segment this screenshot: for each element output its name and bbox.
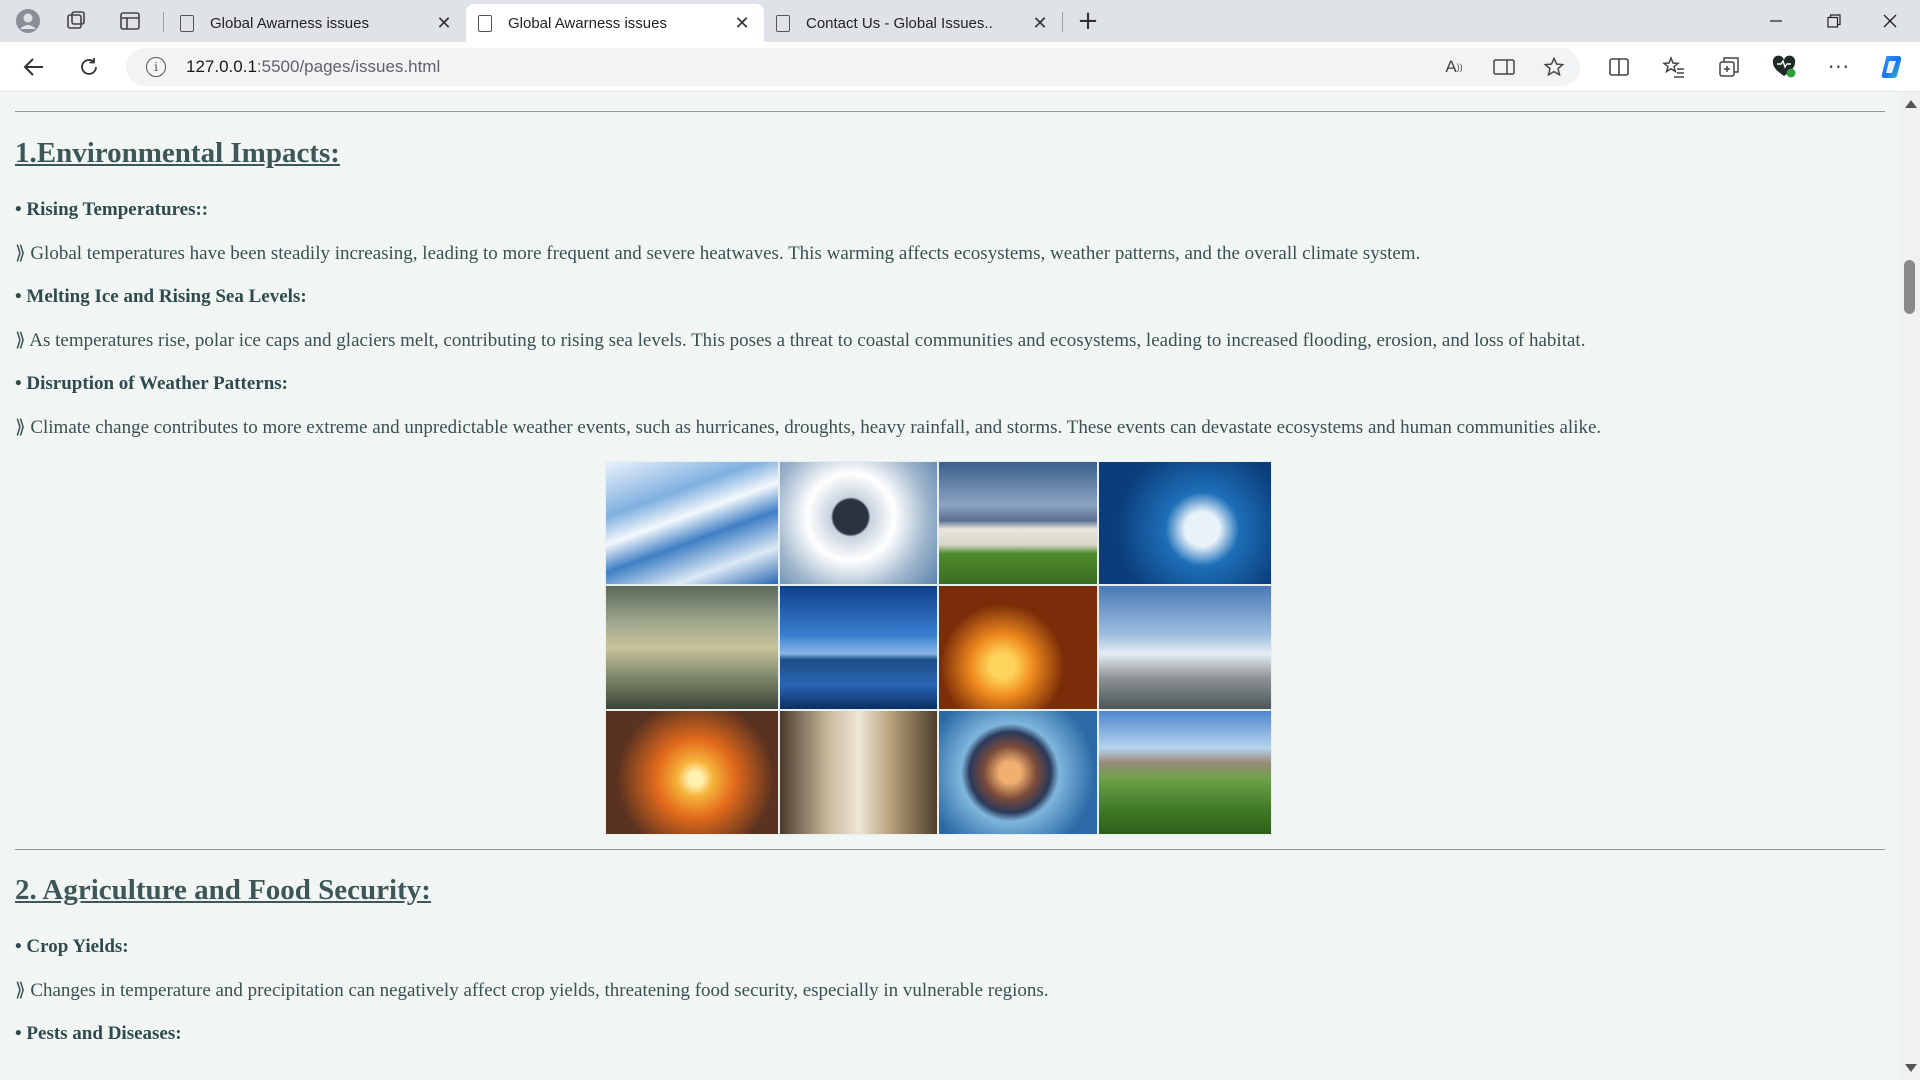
tab-1[interactable]: Global Awarness issues ✕ (466, 4, 764, 42)
underwater-ice-image (1098, 461, 1272, 585)
tab-actions-icon[interactable] (116, 7, 144, 35)
scroll-up-arrow[interactable] (1905, 100, 1917, 108)
read-aloud-icon[interactable]: A)) (1436, 50, 1472, 84)
section-heading-agriculture: 2. Agriculture and Food Security: (15, 874, 431, 906)
paragraph-rising-temperatures: ⟫ Global temperatures have been steadily… (15, 243, 1421, 264)
subheading-rising-temperatures: • Rising Temperatures:: (15, 199, 209, 220)
workspaces-icon[interactable] (62, 7, 90, 35)
more-options-icon[interactable]: ··· (1821, 50, 1857, 84)
image-gallery (605, 461, 1272, 835)
polar-bear-image (938, 461, 1098, 585)
tab-title: Global Awarness issues (210, 14, 369, 32)
scroll-down-arrow[interactable] (1905, 1064, 1917, 1072)
favorites-icon[interactable] (1656, 50, 1692, 84)
favorite-star-icon[interactable] (1536, 50, 1572, 84)
scrollbar-thumb[interactable] (1904, 260, 1915, 314)
close-icon[interactable]: ✕ (732, 13, 752, 34)
tab-title: Contact Us - Global Issues.. (806, 14, 993, 32)
back-button[interactable] (16, 50, 52, 84)
page-content: 1.Environmental Impacts: • Rising Temper… (0, 92, 1900, 1080)
subheading-crop-yields: • Crop Yields: (15, 936, 129, 957)
close-icon[interactable]: ✕ (1030, 13, 1050, 34)
section-divider (15, 849, 1885, 850)
page-icon (478, 14, 492, 32)
url-path: :5500/pages/issues.html (256, 57, 441, 76)
subheading-pests-diseases: • Pests and Diseases: (15, 1023, 182, 1044)
immersive-reader-icon[interactable] (1486, 50, 1522, 84)
browser-toolbar: i 127.0.0.1:5500/pages/issues.html A)) ·… (0, 42, 1920, 92)
forest-road-image (779, 710, 938, 835)
mountain-lake-image (779, 585, 938, 710)
ice-waves-image (605, 461, 779, 585)
section-divider (15, 111, 1885, 112)
collections-icon[interactable] (1711, 50, 1747, 84)
tab-bar: Global Awarness issues ✕ Global Awarness… (0, 0, 1920, 42)
new-tab-button[interactable]: + (1072, 6, 1104, 36)
profile-icon[interactable] (14, 7, 42, 35)
copilot-icon[interactable] (1874, 50, 1910, 84)
page-icon (180, 14, 194, 32)
site-info-icon[interactable]: i (146, 57, 166, 77)
tab-0[interactable]: Global Awarness issues ✕ (168, 4, 466, 42)
subheading-weather-patterns: • Disruption of Weather Patterns: (15, 373, 288, 394)
earth-water-image (938, 710, 1098, 835)
sunset-image (605, 710, 779, 835)
page-icon (776, 14, 790, 32)
close-window-button[interactable] (1862, 0, 1918, 42)
paragraph-crop-yields: ⟫ Changes in temperature and precipitati… (15, 980, 1049, 1001)
minimize-button[interactable] (1748, 0, 1804, 42)
restore-button[interactable] (1806, 0, 1862, 42)
section-heading-environmental: 1.Environmental Impacts: (15, 137, 340, 169)
fire-smoke-image (938, 585, 1098, 710)
split-screen-icon[interactable] (1601, 50, 1637, 84)
tab-2[interactable]: Contact Us - Global Issues.. ✕ (764, 4, 1062, 42)
browser-essentials-icon[interactable] (1766, 50, 1802, 84)
refresh-button[interactable] (71, 50, 107, 84)
clouds-seal-image (779, 461, 938, 585)
smog-city-image (605, 585, 779, 710)
tab-title: Global Awarness issues (508, 14, 667, 32)
close-icon[interactable]: ✕ (434, 13, 454, 34)
address-bar[interactable]: i 127.0.0.1:5500/pages/issues.html (126, 48, 1580, 86)
paragraph-weather-patterns: ⟫ Climate change contributes to more ext… (15, 417, 1602, 438)
paragraph-melting-ice: ⟫ As temperatures rise, polar ice caps a… (15, 330, 1586, 351)
green-valley-city-image (1098, 710, 1272, 835)
vertical-scrollbar[interactable] (1900, 92, 1920, 1080)
power-plant-image (1098, 585, 1272, 710)
url-host: 127.0.0.1 (186, 57, 257, 76)
subheading-melting-ice: • Melting Ice and Rising Sea Levels: (15, 286, 307, 307)
